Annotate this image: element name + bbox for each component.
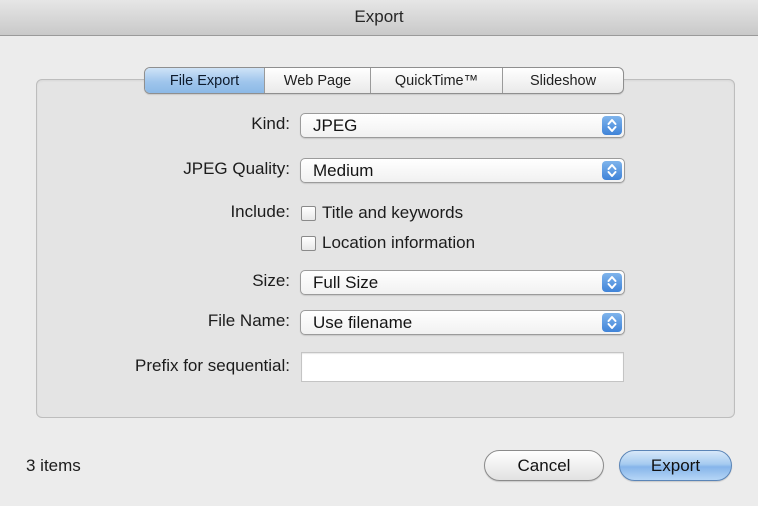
tab-slideshow[interactable]: Slideshow xyxy=(503,68,623,93)
up-down-chevron-icon xyxy=(602,273,622,292)
tab-web-page[interactable]: Web Page xyxy=(265,68,371,93)
tab-quicktime[interactable]: QuickTime™ xyxy=(371,68,503,93)
kind-value: JPEG xyxy=(313,116,358,135)
jpeg-quality-label: JPEG Quality: xyxy=(183,159,290,178)
up-down-chevron-icon xyxy=(602,116,622,135)
include-label: Include: xyxy=(230,202,290,221)
location-info-label: Location information xyxy=(322,233,476,252)
kind-label: Kind: xyxy=(251,114,290,133)
title-keywords-label: Title and keywords xyxy=(322,203,464,222)
window-title: Export xyxy=(354,7,404,26)
export-button[interactable]: Export xyxy=(619,450,732,481)
title-bar[interactable]: Export xyxy=(0,0,758,36)
prefix-input[interactable] xyxy=(301,352,624,382)
export-dialog: Export File Export Web Page QuickTime™ S… xyxy=(0,0,758,506)
file-name-label: File Name: xyxy=(207,311,290,330)
tab-bar: File Export Web Page QuickTime™ Slidesho… xyxy=(144,67,624,94)
file-name-popup[interactable]: Use filename xyxy=(300,310,625,335)
jpeg-quality-popup[interactable]: Medium xyxy=(300,158,625,183)
title-keywords-checkbox[interactable] xyxy=(301,205,316,221)
up-down-chevron-icon xyxy=(602,161,622,180)
title-keywords-checkbox-row[interactable]: Title and keywords xyxy=(301,202,463,224)
size-label: Size: xyxy=(252,271,290,290)
tab-file-export[interactable]: File Export xyxy=(145,68,265,93)
cancel-button[interactable]: Cancel xyxy=(484,450,604,481)
size-value: Full Size xyxy=(313,273,379,292)
up-down-chevron-icon xyxy=(602,313,622,332)
kind-popup[interactable]: JPEG xyxy=(300,113,625,138)
items-count: 3 items xyxy=(26,456,81,475)
file-name-value: Use filename xyxy=(313,313,413,332)
location-info-checkbox[interactable] xyxy=(301,235,316,251)
location-info-checkbox-row[interactable]: Location information xyxy=(301,232,475,254)
jpeg-quality-value: Medium xyxy=(313,161,374,180)
size-popup[interactable]: Full Size xyxy=(300,270,625,295)
prefix-label: Prefix for sequential: xyxy=(135,356,290,375)
